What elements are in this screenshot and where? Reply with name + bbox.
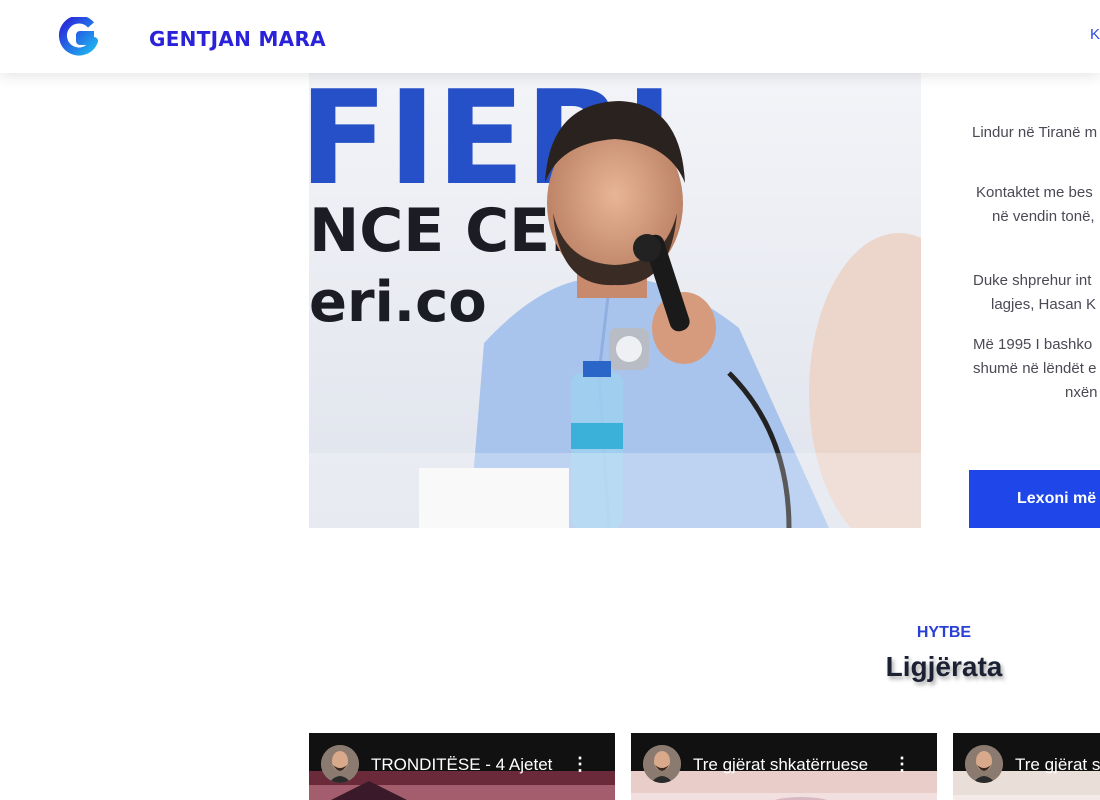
video-title[interactable]: Tre gjërat shkatërruese: [693, 755, 889, 775]
video-card[interactable]: Tre gjërat shkatërruese ⋮: [631, 733, 937, 800]
bio-line: nxën: [1065, 384, 1098, 401]
kebab-menu-icon[interactable]: ⋮: [571, 754, 589, 774]
bio-line: shumë në lëndët e: [973, 360, 1097, 377]
logo-g-icon[interactable]: [58, 17, 98, 57]
channel-avatar[interactable]: [321, 745, 359, 783]
bio-line: Më 1995 I bashko: [973, 336, 1093, 353]
bio-line: Kontaktet me bes: [976, 184, 1093, 201]
video-title[interactable]: TRONDITËSE - 4 Ajetet: [371, 755, 567, 775]
kebab-menu-icon[interactable]: ⋮: [893, 754, 911, 774]
section-kicker: HYTBE: [916, 624, 972, 641]
svg-text:eri.co: eri.co: [309, 270, 487, 335]
read-more-button[interactable]: Lexoni më: [969, 470, 1100, 528]
video-card[interactable]: Tre gjërat s: [953, 733, 1100, 800]
site-header: GENTJAN MARA K: [0, 0, 1100, 73]
channel-avatar[interactable]: [965, 745, 1003, 783]
video-title[interactable]: Tre gjërat s: [1015, 755, 1100, 775]
hero-photo: FIERI NCE CEN eri.co: [309, 73, 921, 528]
bio-line: Lindur në Tiranë m: [972, 124, 1098, 141]
site-brand[interactable]: GENTJAN MARA: [149, 27, 326, 51]
section-title: Ligjërata: [885, 651, 1003, 682]
page: GENTJAN MARA K FIERI NCE CEN eri.co Lind…: [0, 0, 1100, 800]
video-card[interactable]: TRONDITËSE - 4 Ajetet ⋮: [309, 733, 615, 800]
nav-item-partial[interactable]: K: [1090, 26, 1100, 43]
bio-line: në vendin tonë,: [992, 208, 1095, 225]
channel-avatar[interactable]: [643, 745, 681, 783]
bio-line: Duke shprehur int: [973, 272, 1092, 289]
bio-line: lagjes, Hasan K: [991, 296, 1097, 313]
